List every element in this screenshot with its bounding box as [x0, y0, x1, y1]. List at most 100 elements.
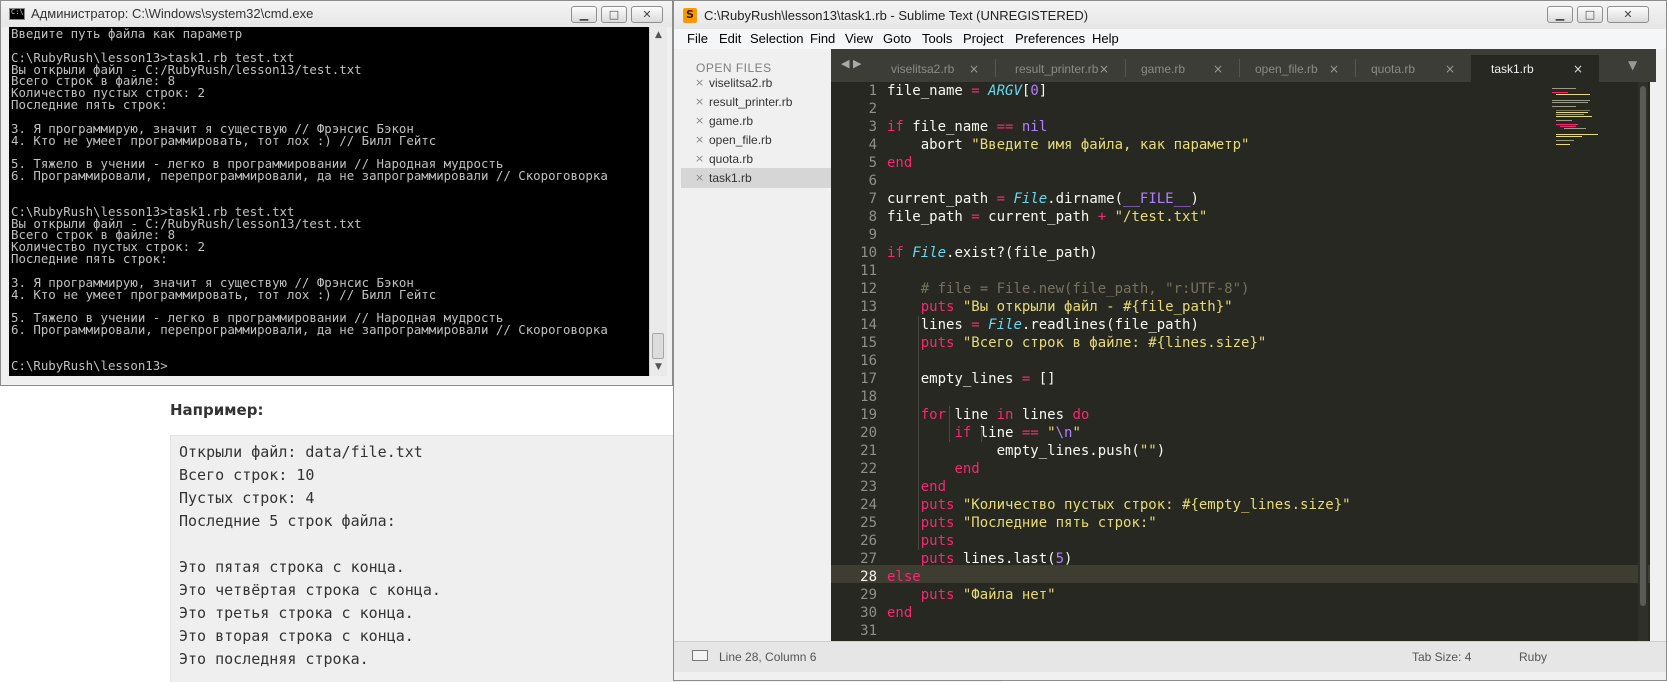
maximize-button[interactable]: □: [601, 6, 627, 23]
tab-quota[interactable]: quota.rb ×: [1355, 55, 1471, 82]
sidebar-item-game[interactable]: × game.rb: [681, 111, 831, 131]
line-number: 6: [868, 173, 877, 189]
scroll-down-arrow-icon[interactable]: ▼: [650, 359, 667, 376]
tab-nav-arrows-icon[interactable]: ◀ ▶: [841, 57, 861, 70]
tab-game[interactable]: game.rb ×: [1125, 55, 1239, 82]
minimap-line: [1556, 112, 1588, 113]
tab-task1[interactable]: task1.rb ×: [1471, 55, 1599, 82]
code-line: puts "Последние пять строк:": [920, 515, 1157, 531]
menu-project[interactable]: Project: [963, 31, 1003, 46]
close-button[interactable]: ✕: [1607, 6, 1649, 23]
code-line: if line == "\n": [954, 425, 1081, 441]
close-icon[interactable]: ×: [1213, 62, 1223, 76]
minimap-line: [1556, 134, 1598, 135]
line-number: 24: [860, 497, 877, 513]
sidebar-item-quota[interactable]: × quota.rb: [681, 149, 831, 169]
tab-label: quota.rb: [1371, 62, 1416, 76]
close-icon[interactable]: ×: [695, 133, 704, 146]
maximize-button[interactable]: □: [1577, 6, 1603, 23]
menu-selection[interactable]: Selection: [750, 31, 803, 46]
close-icon[interactable]: ×: [695, 95, 704, 108]
sublime-logo-icon: [683, 8, 697, 23]
sublime-titlebar[interactable]: C:\RubyRush\lesson13\task1.rb - Sublime …: [674, 1, 1666, 29]
line-number: 21: [860, 443, 877, 459]
cmd-window[interactable]: Администратор: C:\Windows\system32\cmd.e…: [0, 0, 673, 386]
minimap-line: [1556, 136, 1582, 137]
line-number: 5: [868, 155, 877, 171]
sidebar-item-open-file[interactable]: × open_file.rb: [681, 130, 831, 150]
menu-goto[interactable]: Goto: [883, 31, 911, 46]
sidebar-item-result-printer[interactable]: × result_printer.rb: [681, 92, 831, 112]
scrollbar-thumb[interactable]: [652, 333, 664, 359]
tab-open-file[interactable]: open_file.rb ×: [1239, 55, 1355, 82]
menu-file[interactable]: File: [687, 31, 708, 46]
menu-help[interactable]: Help: [1092, 31, 1119, 46]
line-number: 11: [860, 263, 877, 279]
minimize-button[interactable]: ▁: [1547, 6, 1573, 23]
console-line: 6. Программировали, перепрограммировали,…: [11, 168, 608, 184]
close-icon[interactable]: ×: [1573, 62, 1583, 76]
close-button[interactable]: ✕: [631, 6, 663, 23]
syntax-mode[interactable]: Ruby: [1519, 650, 1547, 664]
minimap-line: [1552, 92, 1568, 93]
code-editor[interactable]: 1 2 3 4 5 6 7 8 9 10 11 12 13 14 15 16 17 18 19 20 21 22 23 24 2…: [831, 82, 1650, 641]
code-line: puts "Файла нет": [920, 587, 1056, 603]
menu-edit[interactable]: Edit: [719, 31, 741, 46]
example-line: Это третья строка с конца.: [179, 604, 414, 622]
close-icon[interactable]: ×: [695, 152, 704, 165]
tab-result-printer[interactable]: result_printer.rb ×: [995, 55, 1125, 82]
minimap-line: [1556, 116, 1592, 117]
minimap[interactable]: [1538, 82, 1628, 162]
sublime-text-window[interactable]: C:\RubyRush\lesson13\task1.rb - Sublime …: [673, 0, 1667, 681]
line-number: 7: [868, 191, 877, 207]
minimap-line: [1552, 88, 1576, 89]
code-line: current_path = File.dirname(__FILE__): [887, 191, 1199, 207]
minimap-line: [1556, 110, 1590, 111]
close-icon[interactable]: ×: [1329, 62, 1339, 76]
close-icon[interactable]: ×: [695, 114, 704, 127]
console-line: 6. Программировали, перепрограммировали,…: [11, 322, 608, 338]
line-number: 2: [868, 101, 877, 117]
console-output[interactable]: Введите путь файла как параметр C:\RubyRu…: [9, 27, 649, 376]
sidebar-item-task1[interactable]: × task1.rb: [681, 168, 831, 188]
close-icon[interactable]: ×: [695, 76, 704, 89]
sidebar-item-label: result_printer.rb: [709, 95, 793, 109]
menu-tools[interactable]: Tools: [922, 31, 952, 46]
console-scrollbar[interactable]: ▲ ▼: [649, 27, 667, 376]
close-icon[interactable]: ×: [1445, 62, 1455, 76]
minimap-line: [1556, 114, 1584, 115]
line-number: 17: [860, 371, 877, 387]
tab-dropdown-icon[interactable]: ▼: [1628, 58, 1637, 72]
cmd-titlebar[interactable]: Администратор: C:\Windows\system32\cmd.e…: [1, 1, 672, 27]
tab-size[interactable]: Tab Size: 4: [1412, 650, 1471, 664]
tab-viselitsa2[interactable]: viselitsa2.rb ×: [861, 55, 995, 82]
example-line: Это последняя строка.: [179, 650, 369, 668]
code-line: end: [887, 155, 913, 171]
menu-bar: File Edit Selection Find View Goto Tools…: [674, 29, 1666, 49]
line-number: 9: [868, 227, 877, 243]
sidebar-item-viselitsa2[interactable]: × viselitsa2.rb: [681, 73, 831, 93]
cmd-window-title: Администратор: C:\Windows\system32\cmd.e…: [31, 6, 314, 21]
code-line: file_path = current_path + "/test.txt": [887, 209, 1208, 225]
panel-toggle-icon[interactable]: [692, 650, 708, 661]
window-edge: [1656, 49, 1666, 641]
line-number: 15: [860, 335, 877, 351]
code-line: else: [887, 569, 921, 585]
close-icon[interactable]: ×: [969, 62, 979, 76]
menu-preferences[interactable]: Preferences: [1015, 31, 1085, 46]
scroll-up-arrow-icon[interactable]: ▲: [650, 27, 667, 44]
editor-scrollbar[interactable]: [1638, 82, 1648, 641]
tab-label: task1.rb: [1491, 62, 1534, 76]
menu-view[interactable]: View: [845, 31, 873, 46]
minimize-button[interactable]: ▁: [571, 6, 597, 23]
menu-find[interactable]: Find: [810, 31, 835, 46]
line-number: 26: [860, 533, 877, 549]
tab-label: viselitsa2.rb: [891, 62, 955, 76]
scrollbar-thumb[interactable]: [1640, 86, 1646, 606]
sublime-window-title: C:\RubyRush\lesson13\task1.rb - Sublime …: [704, 8, 1089, 23]
sidebar-item-label: quota.rb: [709, 152, 754, 166]
line-number: 10: [860, 245, 877, 261]
close-icon[interactable]: ×: [695, 171, 704, 184]
line-number: 1: [868, 83, 877, 99]
close-icon[interactable]: ×: [1099, 62, 1109, 76]
